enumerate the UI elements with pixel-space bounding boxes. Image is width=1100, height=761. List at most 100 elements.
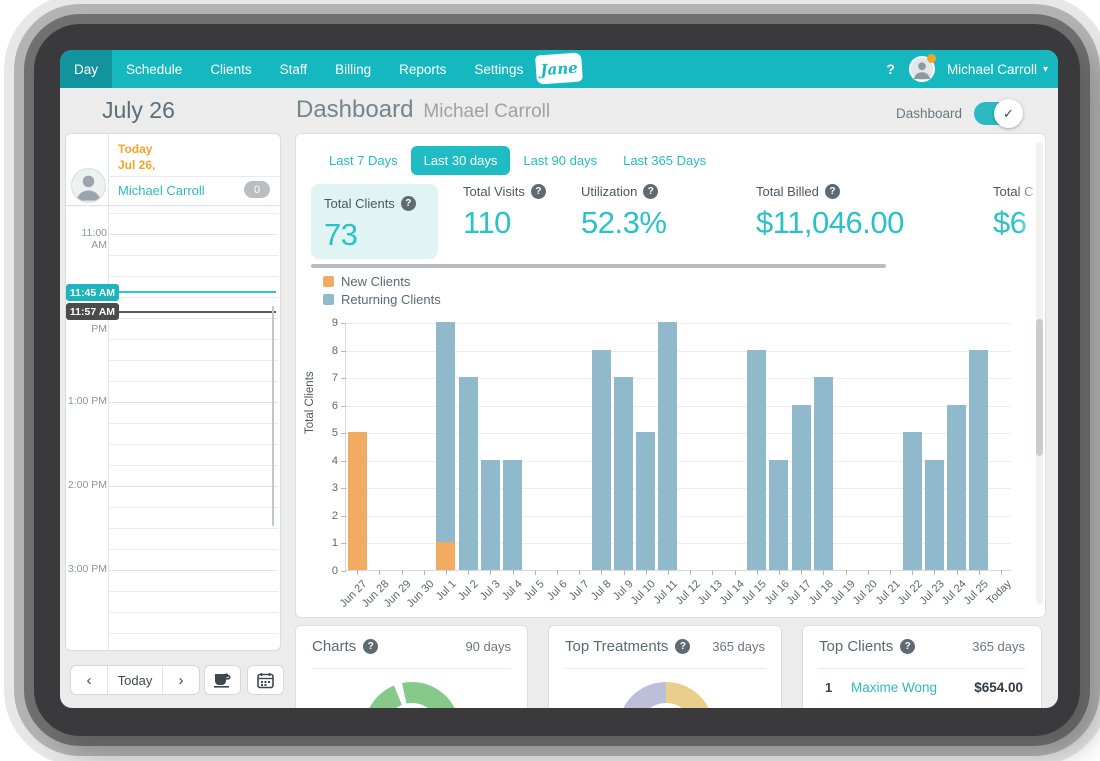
top-nav: Day Schedule Clients Staff Billing Repor…: [60, 50, 1058, 88]
bar-returning-clients[interactable]: [769, 460, 788, 570]
break-button[interactable]: [204, 665, 241, 695]
help-icon[interactable]: ?: [825, 184, 840, 199]
nav-item-clients[interactable]: Clients: [196, 50, 265, 88]
time-label: 3:00 PM: [66, 563, 107, 575]
user-avatar[interactable]: [909, 56, 935, 82]
x-tick: [801, 570, 802, 575]
user-name: Michael Carroll: [947, 62, 1037, 77]
bar-new-clients[interactable]: [348, 432, 367, 570]
tab-last-30-days[interactable]: Last 30 days: [411, 146, 511, 175]
x-tick: [890, 570, 891, 575]
stats-horizontal-scrollbar[interactable]: [311, 264, 886, 268]
schedule-slot-line: [108, 234, 278, 235]
dashboard-toggle[interactable]: ✓: [974, 102, 1020, 125]
next-day-button[interactable]: ›: [163, 666, 199, 694]
calendar-icon: [257, 672, 274, 689]
stat-label: Total Visits: [463, 184, 525, 199]
x-tick: [1001, 570, 1002, 575]
bar-returning-clients[interactable]: [814, 377, 833, 570]
treatments-donut[interactable]: [618, 682, 714, 708]
stat-total-billed[interactable]: Total Billed? $11,046.00: [756, 184, 904, 241]
client-name-link[interactable]: Maxime Wong: [851, 680, 937, 695]
bar-returning-clients[interactable]: [436, 322, 455, 542]
bar-returning-clients[interactable]: [925, 460, 944, 570]
y-tick-label: 6: [312, 400, 346, 412]
secondary-time-line[interactable]: [108, 311, 276, 313]
today-button[interactable]: Today: [107, 666, 163, 694]
divider: [109, 176, 280, 177]
x-tick: [535, 570, 536, 575]
help-icon[interactable]: ?: [675, 639, 690, 654]
jane-logo[interactable]: Jane: [535, 52, 583, 84]
stat-total-clients[interactable]: Total Clients? 73: [311, 184, 438, 259]
nav-item-schedule[interactable]: Schedule: [112, 50, 196, 88]
y-tick-label: 2: [312, 510, 346, 522]
schedule-slot-line: [108, 528, 278, 529]
schedule-slot-line: [108, 402, 278, 403]
bar-returning-clients[interactable]: [459, 377, 478, 570]
schedule-slot-line: [108, 255, 278, 256]
tab-last-7-days[interactable]: Last 7 Days: [316, 146, 411, 175]
nav-item-reports[interactable]: Reports: [385, 50, 460, 88]
bar-returning-clients[interactable]: [969, 350, 988, 570]
help-icon[interactable]: ?: [363, 639, 378, 654]
panel-scrollbar-thumb[interactable]: [1036, 319, 1043, 456]
help-icon[interactable]: ?: [900, 639, 915, 654]
schedule-slot-line: [108, 297, 278, 298]
bar-returning-clients[interactable]: [592, 350, 611, 570]
help-icon[interactable]: ?: [531, 184, 546, 199]
help-icon[interactable]: ?: [401, 196, 416, 211]
stat-value: $11,046.00: [756, 205, 904, 241]
x-tick: [690, 570, 691, 575]
help-icon[interactable]: ?: [884, 61, 897, 77]
gutter-divider: [108, 134, 109, 650]
bar-returning-clients[interactable]: [903, 432, 922, 570]
today-date: Jul 26,: [118, 158, 155, 172]
card-period: 90 days: [465, 639, 511, 654]
bar-returning-clients[interactable]: [947, 405, 966, 570]
schedule-slot-line: [108, 633, 278, 634]
prev-day-button[interactable]: ‹: [71, 666, 107, 694]
stat-total-visits[interactable]: Total Visits? 110: [463, 184, 546, 241]
bar-returning-clients[interactable]: [614, 377, 633, 570]
card-title: Top Clients?: [819, 638, 915, 655]
staff-name-link[interactable]: Michael Carroll: [118, 183, 205, 198]
bar-new-clients[interactable]: [436, 542, 455, 570]
bar-returning-clients[interactable]: [481, 460, 500, 570]
y-tick-label: 3: [312, 482, 346, 494]
person-icon: [72, 169, 105, 202]
stage: Day Schedule Clients Staff Billing Repor…: [0, 0, 1100, 761]
staff-avatar[interactable]: [71, 168, 106, 203]
x-tick: [601, 570, 602, 575]
bar-returning-clients[interactable]: [747, 350, 766, 570]
schedule-scrollbar[interactable]: [272, 306, 274, 526]
client-amount: $654.00: [974, 680, 1023, 695]
user-menu[interactable]: Michael Carroll ▾: [947, 62, 1048, 77]
bar-returning-clients[interactable]: [503, 460, 522, 570]
bar-returning-clients[interactable]: [636, 432, 655, 570]
tab-last-365-days[interactable]: Last 365 Days: [610, 146, 719, 175]
nav-item-settings[interactable]: Settings: [460, 50, 537, 88]
charts-donut[interactable]: [364, 682, 460, 708]
stat-utilization[interactable]: Utilization? 52.3%: [581, 184, 666, 241]
y-tick-label: 7: [312, 372, 346, 384]
nav-item-staff[interactable]: Staff: [266, 50, 322, 88]
bar-returning-clients[interactable]: [658, 322, 677, 570]
card-period: 365 days: [712, 639, 765, 654]
y-tick-label: 1: [312, 537, 346, 549]
nav-item-day[interactable]: Day: [60, 50, 112, 88]
schedule-slot-line: [108, 486, 278, 487]
help-icon[interactable]: ?: [643, 184, 658, 199]
nav-item-billing[interactable]: Billing: [321, 50, 385, 88]
x-tick: [912, 570, 913, 575]
calendar-button[interactable]: [247, 665, 284, 695]
x-tick: [424, 570, 425, 575]
schedule-slot-line: [108, 381, 278, 382]
time-label: 1:00 PM: [66, 395, 107, 407]
time-label: 2:00 PM: [66, 479, 107, 491]
notification-dot: [927, 54, 936, 63]
dashboard-toggle-label: Dashboard: [896, 106, 962, 121]
tab-last-90-days[interactable]: Last 90 days: [510, 146, 610, 175]
bar-returning-clients[interactable]: [792, 405, 811, 570]
x-tick: [446, 570, 447, 575]
